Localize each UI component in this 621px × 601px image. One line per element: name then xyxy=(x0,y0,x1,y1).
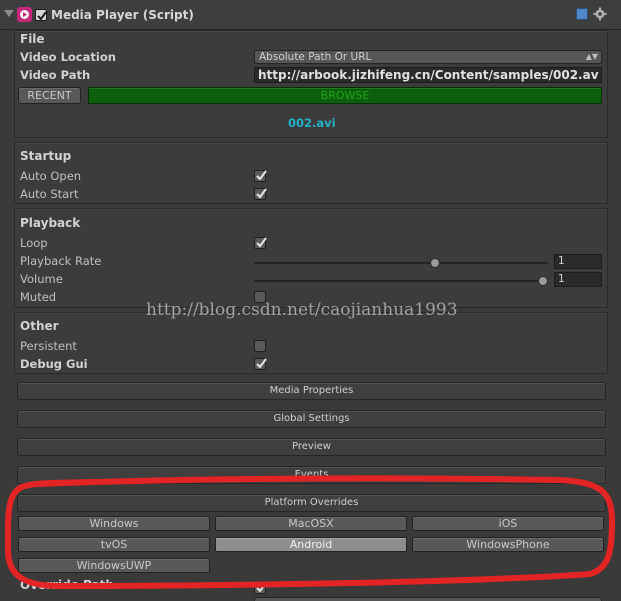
video-path-field[interactable]: http://arbook.jizhifeng.cn/Content/sampl… xyxy=(254,67,602,83)
video-location-value: Absolute Path Or URL xyxy=(259,51,372,63)
media-player-script-icon xyxy=(17,7,32,22)
playback-rate-slider[interactable] xyxy=(254,262,548,264)
debug-gui-label: Debug Gui xyxy=(20,357,88,371)
auto-open-checkbox[interactable] xyxy=(254,170,267,182)
loop-checkbox[interactable] xyxy=(254,237,267,249)
auto-start-label: Auto Start xyxy=(20,187,79,201)
playback-rate-label: Playback Rate xyxy=(20,254,102,268)
playback-section-title: Playback xyxy=(20,216,81,230)
persistent-checkbox[interactable] xyxy=(254,340,266,352)
debug-gui-checkbox[interactable] xyxy=(254,358,267,370)
gear-icon[interactable] xyxy=(593,7,607,21)
browse-button[interactable]: BROWSE xyxy=(88,87,602,104)
component-title: Media Player (Script) xyxy=(51,8,194,22)
auto-open-label: Auto Open xyxy=(20,169,82,183)
loop-label: Loop xyxy=(20,236,48,250)
component-enabled-checkbox[interactable] xyxy=(35,9,47,21)
video-location-dropdown[interactable]: Absolute Path Or URL ▲▼ xyxy=(254,50,602,64)
red-highlight-annotation xyxy=(4,475,615,589)
recent-button[interactable]: RECENT xyxy=(18,87,81,104)
playback-section xyxy=(14,208,608,308)
component-header[interactable]: Media Player (Script) xyxy=(0,0,621,30)
other-section xyxy=(14,312,608,374)
video-location-label: Video Location xyxy=(20,50,116,64)
preview-foldout[interactable]: Preview xyxy=(17,438,606,456)
volume-label: Volume xyxy=(20,272,63,286)
foldout-arrow-icon[interactable] xyxy=(4,10,14,17)
media-properties-foldout[interactable]: Media Properties xyxy=(17,382,606,400)
global-settings-foldout[interactable]: Global Settings xyxy=(17,410,606,428)
volume-field[interactable]: 1 xyxy=(554,272,602,287)
other-section-title: Other xyxy=(20,319,59,333)
playback-rate-field[interactable]: 1 xyxy=(554,254,602,269)
volume-slider[interactable] xyxy=(254,280,548,282)
startup-section-title: Startup xyxy=(20,149,72,163)
auto-start-checkbox[interactable] xyxy=(254,188,267,200)
startup-section xyxy=(14,142,608,204)
muted-label: Muted xyxy=(20,290,57,304)
volume-slider-thumb[interactable] xyxy=(538,276,548,286)
help-icon[interactable] xyxy=(576,8,588,20)
dropdown-arrows-icon: ▲▼ xyxy=(585,52,598,61)
watermark-text: http://blog.csdn.net/caojianhua1993 xyxy=(146,300,458,320)
selected-filename: 002.avi xyxy=(288,116,336,130)
file-section-title: File xyxy=(20,32,45,46)
persistent-label: Persistent xyxy=(20,339,77,353)
video-path-label: Video Path xyxy=(20,68,91,82)
